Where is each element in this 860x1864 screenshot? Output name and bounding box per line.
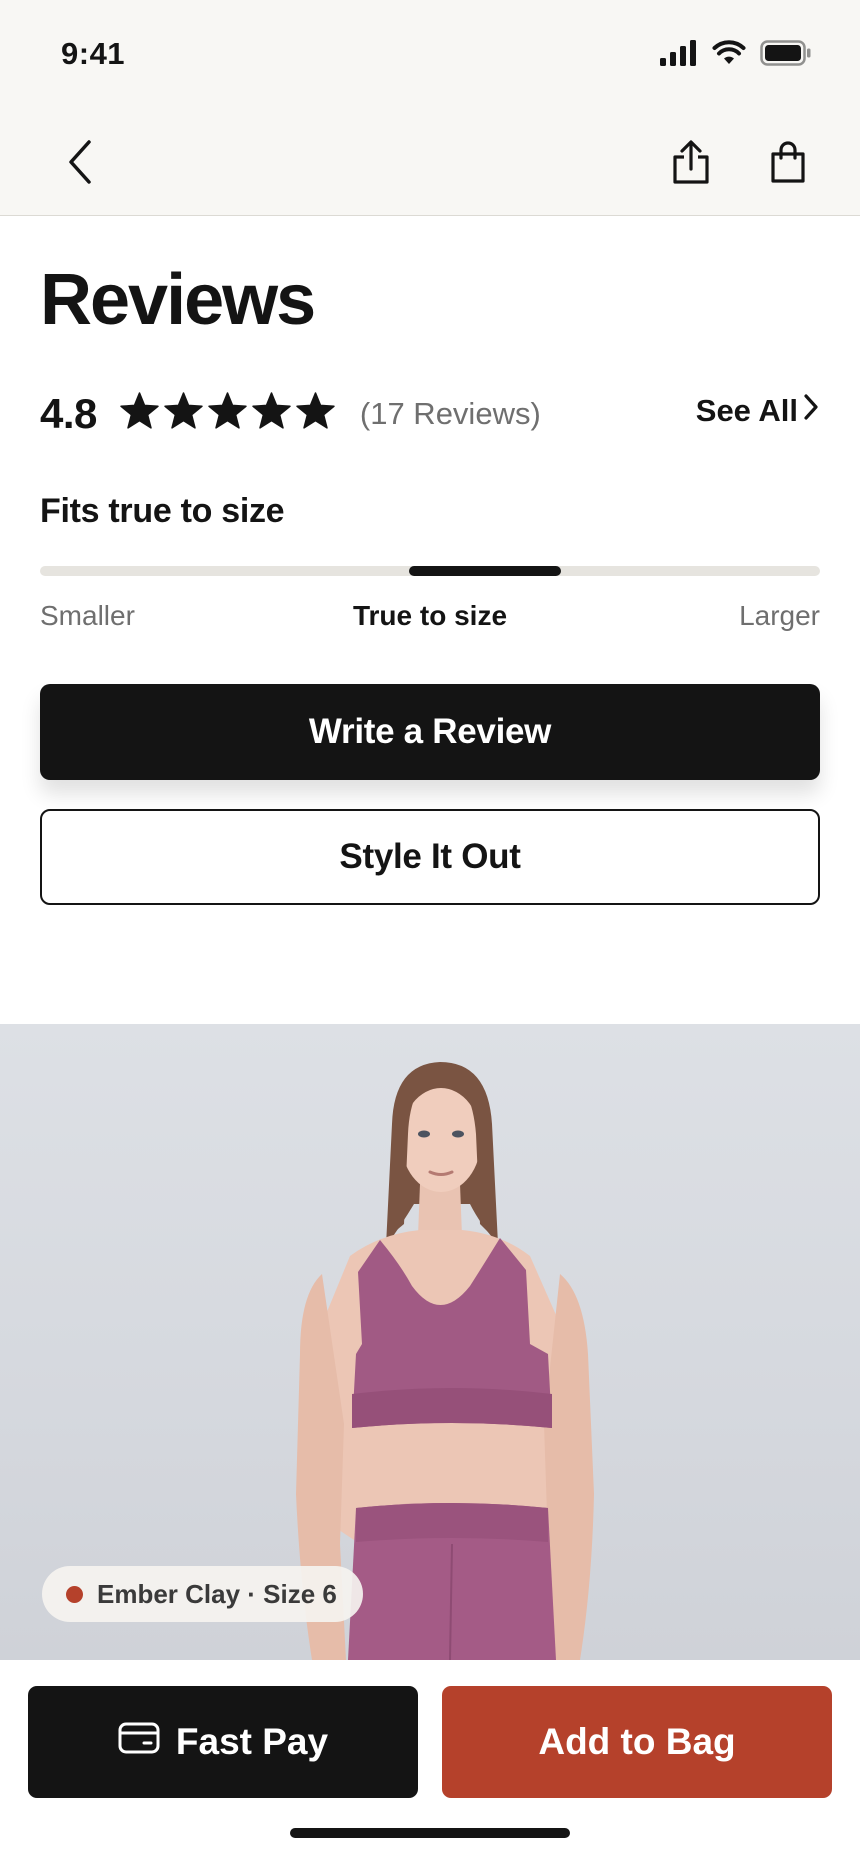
fit-title: Fits true to size xyxy=(40,492,285,530)
star-icon xyxy=(207,391,248,437)
credit-card-icon xyxy=(118,1721,160,1763)
share-button[interactable] xyxy=(663,136,719,192)
add-to-bag-button[interactable]: Add to Bag xyxy=(442,1686,832,1798)
rating-value: 4.8 xyxy=(40,390,97,437)
bag-button[interactable] xyxy=(760,136,816,192)
home-indicator xyxy=(290,1828,570,1838)
chevron-right-icon xyxy=(802,392,820,430)
share-icon xyxy=(672,139,710,190)
back-button[interactable] xyxy=(52,136,108,192)
star-icon xyxy=(163,391,204,437)
write-review-button[interactable]: Write a Review xyxy=(40,684,820,780)
fast-pay-label: Fast Pay xyxy=(175,1721,329,1762)
model-photo xyxy=(296,1062,594,1660)
status-time: 9:41 xyxy=(61,36,126,71)
variant-label: Ember Clay · Size 6 xyxy=(97,1578,337,1609)
shopping-bag-icon xyxy=(769,140,807,189)
star-rating xyxy=(119,391,336,437)
rating-row: 4.8 (17 Reviews) See All xyxy=(40,388,820,440)
see-all-label: See All xyxy=(695,393,798,428)
nav-bar xyxy=(0,110,860,216)
wifi-icon xyxy=(712,40,746,71)
battery-icon xyxy=(760,40,812,71)
review-count: (17 Reviews) xyxy=(359,396,541,431)
bottom-action-bar: Fast Pay Add to Bag xyxy=(0,1660,860,1864)
fit-labels: Smaller True to size Larger xyxy=(40,600,820,636)
style-it-out-button[interactable]: Style It Out xyxy=(40,809,820,905)
fit-label-true: True to size xyxy=(352,600,508,631)
page-title: Reviews xyxy=(40,260,316,340)
chevron-left-icon xyxy=(65,138,95,191)
see-all-link[interactable]: See All xyxy=(696,392,820,430)
star-icon xyxy=(119,391,160,437)
color-swatch-dot xyxy=(66,1585,83,1603)
signal-icon xyxy=(660,40,698,71)
fit-label-larger: Larger xyxy=(739,600,820,631)
star-icon xyxy=(295,391,336,437)
fit-indicator xyxy=(409,566,561,576)
fit-scale xyxy=(40,566,820,576)
status-bar: 9:41 xyxy=(0,0,860,110)
fast-pay-button[interactable]: Fast Pay xyxy=(28,1686,418,1798)
star-icon xyxy=(251,391,292,437)
status-icons xyxy=(660,40,812,71)
variant-chip: Ember Clay · Size 6 xyxy=(42,1566,363,1622)
product-image: Ember Clay · Size 6 xyxy=(0,1024,860,1660)
